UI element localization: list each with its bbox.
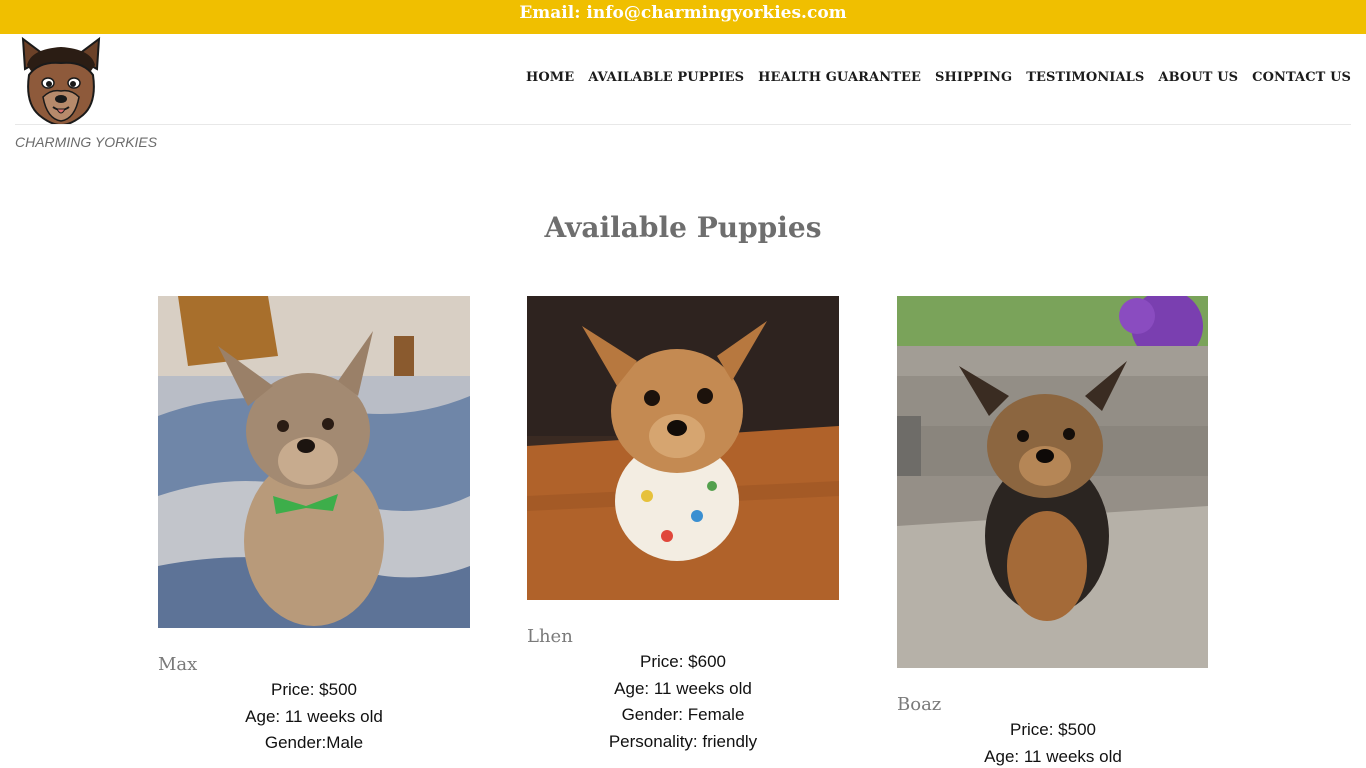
nav-available-puppies[interactable]: AVAILABLE PUPPIES [588, 70, 744, 85]
puppy-card: Max Price: $500 Age: 11 weeks old Gender… [158, 296, 470, 757]
puppy-age: Age: 11 weeks old [984, 746, 1122, 766]
email-link[interactable]: Email: info@charmingyorkies.com [519, 3, 846, 23]
nav-testimonials[interactable]: TESTIMONIALS [1026, 70, 1144, 85]
top-contact-bar: Email: info@charmingyorkies.com [0, 0, 1366, 34]
puppy-age: Age: 11 weeks old [245, 706, 383, 726]
header-divider [15, 124, 1351, 125]
puppy-card: Boaz Price: $500 Age: 11 weeks old [897, 296, 1209, 768]
puppy-price: Price: $500 [1010, 720, 1096, 739]
puppy-photo[interactable] [527, 296, 839, 600]
puppy-personality: Personality: friendly [608, 731, 758, 751]
nav-contact-us[interactable]: CONTACT US [1252, 70, 1351, 85]
nav-shipping[interactable]: SHIPPING [935, 70, 1012, 85]
puppy-name: Boaz [897, 694, 942, 715]
site-name: CHARMING YORKIES [15, 134, 158, 150]
puppy-price: Price: $600 [640, 652, 726, 671]
puppy-age: Age: 11 weeks old [614, 678, 752, 698]
nav-home[interactable]: HOME [526, 70, 574, 85]
puppy-photo[interactable] [158, 296, 470, 628]
site-header: HOME AVAILABLE PUPPIES HEALTH GUARANTEE … [0, 34, 1366, 125]
puppy-card: Lhen Price: $600 Age: 11 weeks old Gende… [527, 296, 839, 755]
yorkie-face-logo-icon[interactable] [17, 35, 105, 125]
puppy-photo[interactable] [897, 296, 1208, 668]
nav-about-us[interactable]: ABOUT US [1158, 70, 1238, 85]
puppy-name: Lhen [527, 626, 573, 647]
nav-health-guarantee[interactable]: HEALTH GUARANTEE [758, 70, 921, 85]
puppy-price: Price: $500 [271, 680, 357, 699]
puppy-gender: Gender:Male [264, 733, 364, 752]
puppy-name: Max [158, 654, 198, 675]
main-nav: HOME AVAILABLE PUPPIES HEALTH GUARANTEE … [526, 70, 1351, 85]
page-title: Available Puppies [544, 211, 822, 244]
puppy-gender: Gender: Female [621, 705, 745, 724]
